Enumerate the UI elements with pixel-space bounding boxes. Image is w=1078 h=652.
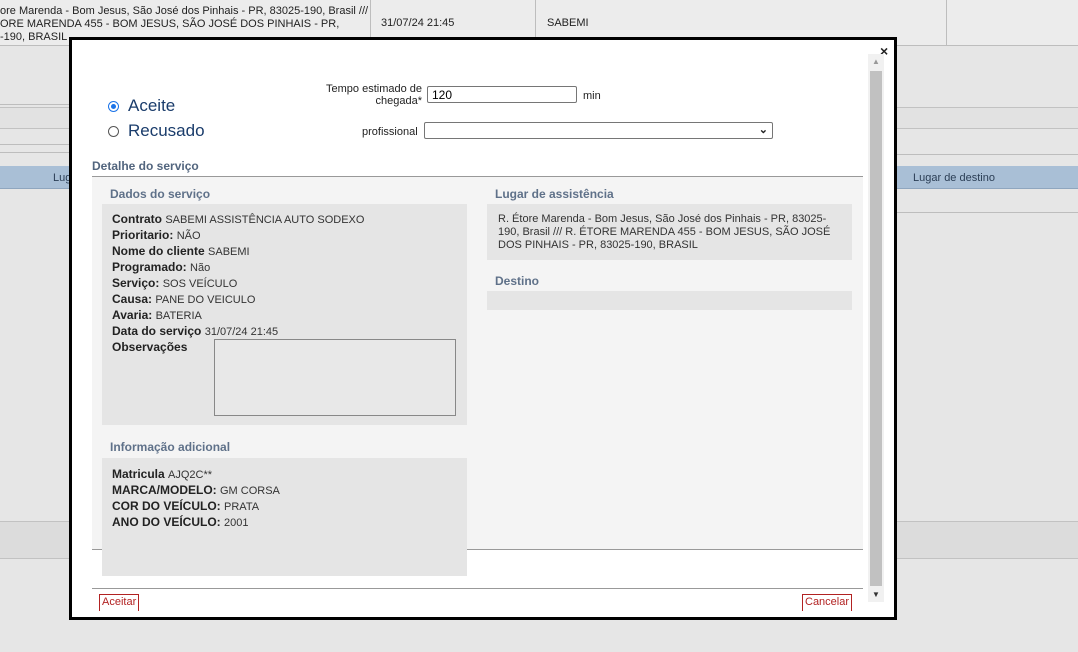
scroll-up-arrow-icon[interactable]: ▲: [868, 54, 884, 68]
radio-aceite-label: Aceite: [128, 96, 176, 115]
cancel-button[interactable]: Cancelar: [802, 594, 853, 611]
tempo-unit-label: min: [583, 90, 601, 102]
lugar-assistencia-title: Lugar de assistência: [495, 187, 614, 201]
background-divider: [0, 144, 70, 145]
background-divider: [897, 154, 1078, 155]
field-prioritario: Prioritario: NÃO: [112, 228, 201, 242]
detail-box: Dados do serviço Contrato SABEMI ASSISTÊ…: [92, 176, 863, 576]
detail-section-title: Detalhe do serviço: [92, 159, 199, 173]
footer-divider: [92, 588, 863, 589]
profissional-select[interactable]: ⌄: [424, 122, 773, 139]
modal-scrollbar[interactable]: ▲ ▼: [868, 54, 884, 602]
scroll-thumb[interactable]: [870, 71, 882, 586]
profissional-label: profissional: [362, 126, 418, 138]
dados-servico-title: Dados do serviço: [110, 187, 211, 201]
radio-recusado-label: Recusado: [128, 121, 205, 140]
info-adicional-panel: Matricula AJQ2C** MARCA/MODELO: GM CORSA…: [102, 458, 467, 576]
field-contrato: Contrato SABEMI ASSISTÊNCIA AUTO SODEXO: [112, 212, 365, 226]
lugar-assistencia-panel: R. Étore Marenda - Bom Jesus, São José d…: [487, 204, 852, 260]
field-nome-cliente: Nome do cliente SABEMI: [112, 244, 250, 258]
radio-aceite[interactable]: Aceite: [108, 96, 175, 116]
radio-unchecked-icon[interactable]: [108, 125, 119, 137]
background-divider: [897, 212, 1078, 213]
field-marca-modelo: MARCA/MODELO: GM CORSA: [112, 483, 280, 497]
info-adicional-title: Informação adicional: [110, 440, 231, 454]
field-causa: Causa: PANE DO VEICULO: [112, 292, 256, 306]
field-ano-veiculo: ANO DO VEÍCULO: 2001: [112, 515, 249, 529]
field-servico: Serviço: SOS VEÍCULO: [112, 276, 238, 290]
field-data-servico: Data do serviço 31/07/24 21:45: [112, 324, 279, 338]
field-programado: Programado: Não: [112, 260, 211, 274]
field-avaria: Avaria: BATERIA: [112, 308, 202, 322]
header-lugar-destino: Lugar de destino: [913, 172, 995, 184]
lugar-assistencia-address: R. Étore Marenda - Bom Jesus, São José d…: [498, 213, 831, 251]
tempo-estimado-label: Tempo estimado de chegada*: [326, 83, 422, 107]
background-divider: [0, 104, 70, 105]
observacoes-label: Observações: [112, 340, 188, 354]
field-matricula: Matricula AJQ2C**: [112, 467, 213, 481]
scroll-down-arrow-icon[interactable]: ▼: [868, 588, 884, 602]
row-extra-cell: [948, 0, 1078, 45]
radio-checked-icon[interactable]: [108, 100, 119, 112]
radio-recusado[interactable]: Recusado: [108, 121, 205, 141]
destino-panel: [487, 291, 852, 310]
field-cor-veiculo: COR DO VEÍCULO: PRATA: [112, 499, 260, 513]
tempo-estimado-input[interactable]: [427, 86, 577, 103]
destino-title: Destino: [495, 274, 540, 288]
observacoes-textarea[interactable]: [214, 339, 456, 416]
accept-button[interactable]: Aceitar: [99, 594, 140, 611]
chevron-down-icon: ⌄: [758, 124, 768, 136]
background-divider: [0, 152, 70, 153]
dados-servico-panel: Contrato SABEMI ASSISTÊNCIA AUTO SODEXO …: [102, 204, 467, 425]
accept-service-modal: × ▲ ▼ Aceite Recusado Tempo estimado de …: [69, 37, 897, 620]
